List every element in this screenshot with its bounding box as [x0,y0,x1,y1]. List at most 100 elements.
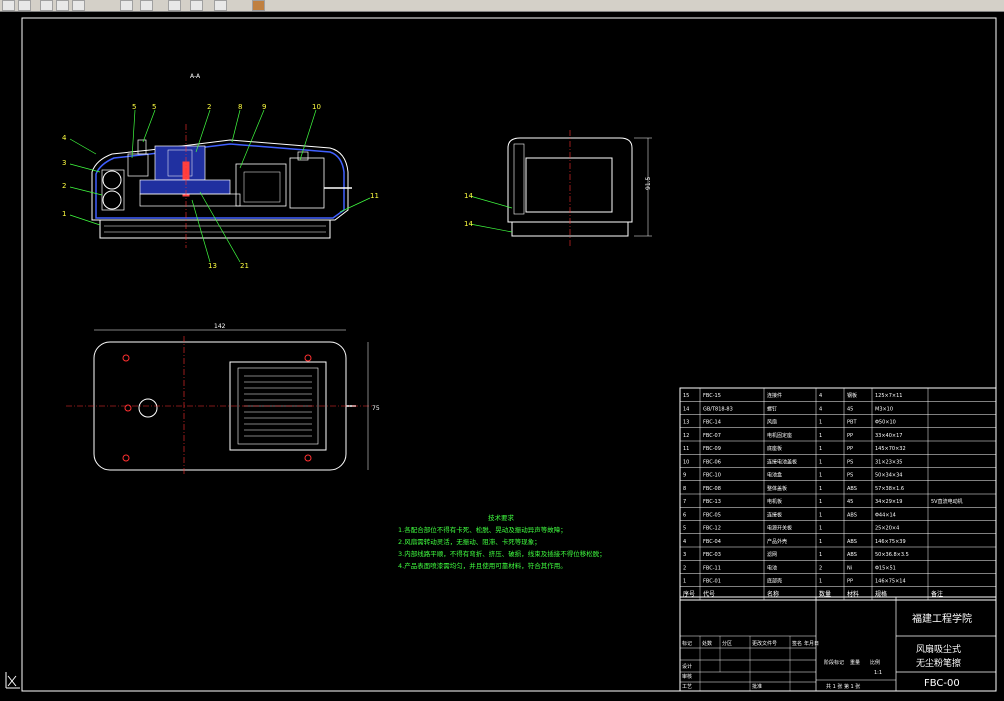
measure-icon[interactable] [190,0,203,11]
bom-cell: 1 [819,499,822,505]
bom-cell: 电机固定座 [767,432,792,439]
bom-cell: 整体盖板 [767,485,787,492]
bom-cell: FBC-07 [703,433,721,439]
bom-cell: PBT [847,420,857,426]
bom-cell: ABS [847,512,857,518]
tb-code: FBC-00 [924,678,960,689]
bom-table: 15 FBC-15 连接件 4 钢板 125×7×1114 GB/T818-83 螺钉 4 45 M… [679,387,997,601]
layers-icon[interactable] [72,0,85,11]
settings-icon[interactable] [252,0,265,11]
print-icon[interactable] [120,0,133,11]
zoom-icon[interactable] [56,0,69,11]
drawing-canvas[interactable]: A-A 1 2 3 4 5 5 2 8 9 10 11 13 21 91.5 1… [0,12,1004,697]
select-icon[interactable] [214,0,227,11]
bom-cell: Φ44×14 [875,512,896,518]
bom-cell: 5V直流电动机 [931,498,963,505]
bom-cell: 11 [683,446,689,452]
bom-cell: ABS [847,552,857,558]
bom-cell: 2 [683,565,686,571]
bom-cell: PS [847,473,853,479]
tb-product-1: 风扇吸尘式 [916,643,961,655]
note-line-1: 1.各配合部位不得有卡死、松脱、晃动及振动异声等故障； [398,525,567,534]
tb-weight: 重量 [850,659,860,666]
bom-cell: 连接板 [767,511,782,518]
tb-scale: 1:1 [874,670,882,676]
bom-cell: 50×34×34 [875,473,902,479]
dim-width: 142 [214,323,226,330]
notes-title: 技术要求 [488,513,515,522]
callout-8: 8 [238,103,242,111]
tb-sheets: 共 1 张 第 1 张 [826,683,860,690]
ucs-icon [5,672,20,689]
top-view: 142 75 [66,323,380,476]
new-icon[interactable] [2,0,15,11]
bom-cell: ABS [847,486,857,492]
bom-cell: FBC-12 [703,526,721,532]
bom-cell: FBC-11 [703,565,721,571]
tb-zone: 分区 [722,640,732,647]
viewer-toolbar [0,0,1004,12]
bom-cell: FBC-13 [703,499,721,505]
bom-cell: 连接电池盖板 [767,458,797,465]
bom-cell: 2 [819,565,822,571]
bom-cell: 45 [847,499,853,505]
bom-cell: PP [847,579,853,585]
bom-cell: 1 [819,512,822,518]
bom-cell: 1 [819,579,822,585]
bom-cell: 14 [683,406,689,412]
bom-cell: FBC-05 [703,512,721,518]
bom-cell: 25×20×4 [875,526,899,532]
bom-cell: 146×75×14 [875,579,906,585]
copy-icon[interactable] [140,0,153,11]
bom-cell: 33×40×17 [875,433,902,439]
bom-cell: 电池盒 [767,472,782,479]
callout-2-top: 2 [207,103,211,111]
bom-cell: 34×29×19 [875,499,902,505]
tb-ratio: 比例 [870,659,880,666]
bom-cell: M3×10 [875,406,893,412]
callout-4: 4 [62,134,67,142]
bom-cell: 连接件 [767,392,782,399]
bom-cell: 底部壳 [767,578,782,585]
bom-cell: 1 [819,420,822,426]
bom-cell: FBC-15 [703,393,721,399]
bom-cell: FBC-06 [703,459,721,465]
tb-review: 审核 [682,673,692,680]
bom-cell: FBC-14 [703,420,721,426]
title-block: 标记 处数 分区 更改文件号 签名 年月日 设计 审核 工艺 批准 阶段标记 重… [679,596,997,692]
dim-height: 75 [372,405,380,412]
bom-cell: ABS [847,539,857,545]
bom-cell: 4 [683,539,686,545]
callout-21: 21 [240,262,249,270]
bom-cell: 15 [683,393,689,399]
bom-cell: 1 [819,552,822,558]
section-label: A-A [190,73,201,80]
note-line-3: 3.内部线路平顺，不得有弯折、挤压、破损，线束及插接不得位移松脱； [398,549,606,558]
callout-3: 3 [62,159,66,167]
refresh-icon[interactable] [18,0,31,11]
bom-cell: 1 [819,473,822,479]
bom-cell: 50×36.8×3.5 [875,552,909,558]
bom-cell: 电源开关板 [767,525,792,532]
bom-cell: 钢板 [847,392,857,399]
bom-cell: 31×23×35 [875,459,902,465]
bom-cell: 3 [683,552,686,558]
tb-sign: 签名 [792,640,802,647]
fit-icon[interactable] [40,0,53,11]
bom-cell: FBC-04 [703,539,721,545]
bom-cell: Φ50×10 [875,420,896,426]
tb-process: 工艺 [682,684,692,690]
callout-5b: 5 [152,103,156,111]
bom-cell: 滤网 [767,551,777,558]
callout-2: 2 [62,182,66,190]
bom-cell: PP [847,433,853,439]
bom-cell: 10 [683,459,689,465]
bom-cell: 4 [819,393,822,399]
bom-cell: 底座板 [767,445,782,452]
bom-cell: 1 [683,579,686,585]
side-view: 91.5 14 14 [464,130,652,246]
bom-cell: PP [847,446,853,452]
pan-icon[interactable] [168,0,181,11]
bom-cell: 45 [847,406,853,412]
bom-cell: 产品外壳 [767,538,787,545]
